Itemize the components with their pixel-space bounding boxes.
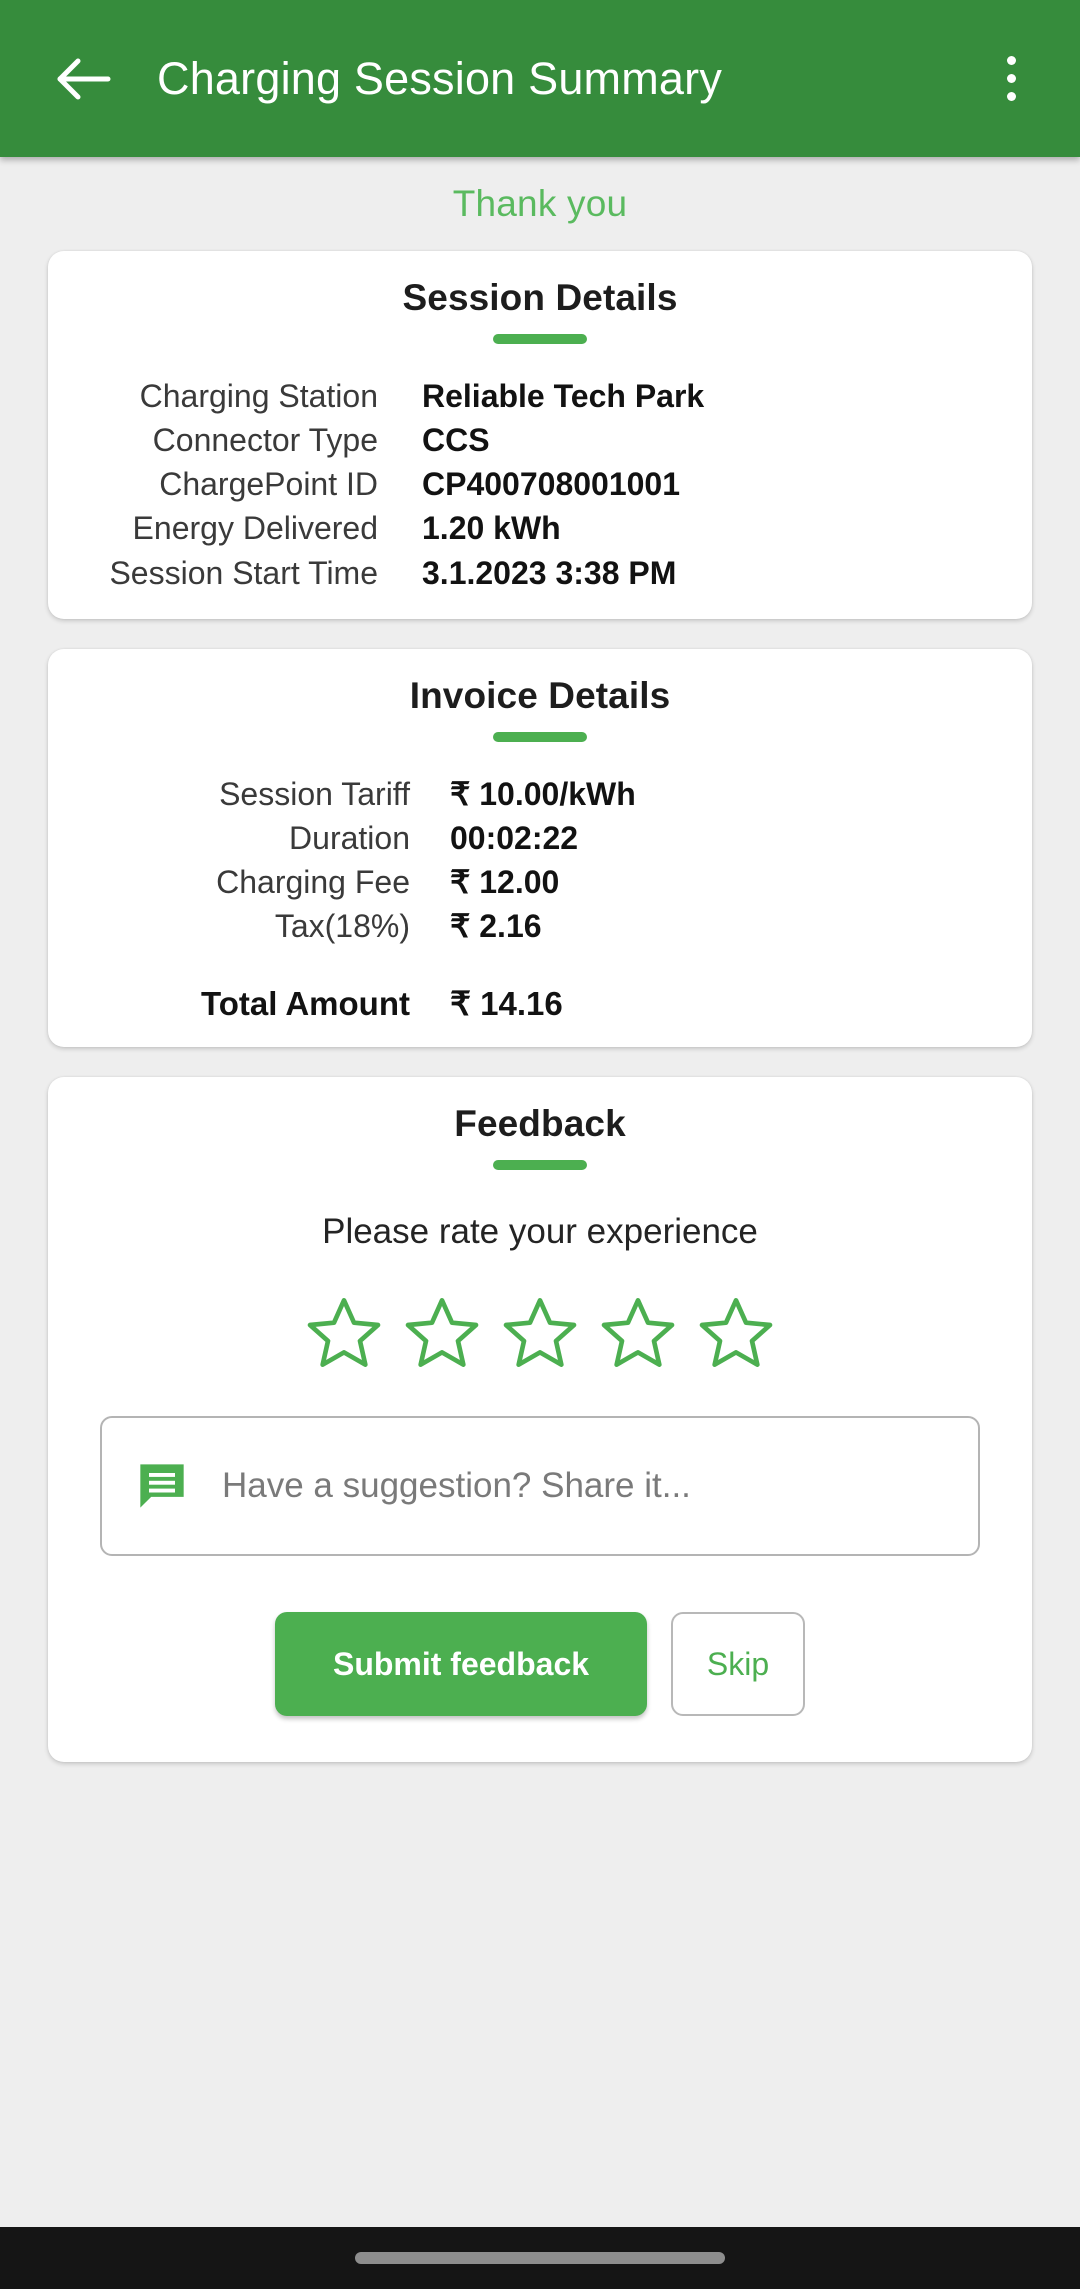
row-label: ChargePoint ID bbox=[159, 466, 378, 503]
more-vertical-icon-dot-1 bbox=[1006, 56, 1016, 65]
total-amount-label: Total Amount bbox=[201, 985, 410, 1023]
session-details-card: Session Details Charging Station Reliabl… bbox=[48, 251, 1032, 619]
table-row: Charging Fee ₹ 12.00 bbox=[48, 860, 1032, 904]
feedback-actions: Submit feedback Skip bbox=[48, 1612, 1032, 1717]
star-outline-icon[interactable] bbox=[500, 1292, 580, 1372]
suggestion-input[interactable]: Have a suggestion? Share it... bbox=[100, 1416, 980, 1557]
app-screen: Charging Session Summary Thank you Sessi… bbox=[0, 0, 1080, 2289]
table-row: Energy Delivered 1.20 kWh bbox=[48, 506, 1032, 550]
content-area: Thank you Session Details Charging Stati… bbox=[0, 157, 1080, 2289]
total-amount-value: ₹ 14.16 bbox=[450, 985, 563, 1023]
invoice-details-card: Invoice Details Session Tariff ₹ 10.00/k… bbox=[48, 648, 1032, 1048]
app-bar: Charging Session Summary bbox=[0, 0, 1080, 157]
chat-bubble-icon bbox=[140, 1464, 184, 1509]
row-value: ₹ 12.00 bbox=[450, 864, 560, 901]
more-vertical-icon-dot-3 bbox=[1006, 92, 1016, 101]
row-value: Reliable Tech Park bbox=[422, 378, 705, 414]
rate-prompt: Please rate your experience bbox=[322, 1212, 758, 1252]
table-row: Charging Station Reliable Tech Park bbox=[48, 374, 1032, 418]
invoice-details-underline bbox=[493, 731, 587, 742]
feedback-underline bbox=[493, 1160, 587, 1171]
row-value: 00:02:22 bbox=[450, 819, 579, 856]
arrow-left-icon bbox=[57, 58, 111, 99]
row-value: 1.20 kWh bbox=[422, 510, 561, 547]
invoice-details-rows: Session Tariff ₹ 10.00/kWh Duration 00:0… bbox=[48, 772, 1032, 1024]
row-label: Session Start Time bbox=[109, 554, 378, 591]
table-row: Duration 00:02:22 bbox=[48, 816, 1032, 860]
submit-feedback-button[interactable]: Submit feedback bbox=[275, 1612, 647, 1717]
star-rating[interactable] bbox=[48, 1292, 1032, 1372]
session-details-rows: Charging Station Reliable Tech Park Conn… bbox=[48, 374, 1032, 595]
invoice-details-title: Invoice Details bbox=[409, 674, 671, 716]
row-label: Duration bbox=[289, 819, 410, 856]
star-outline-icon[interactable] bbox=[304, 1292, 384, 1372]
page-title: Charging Session Summary bbox=[157, 52, 723, 104]
table-row: Session Start Time 3.1.2023 3:38 PM bbox=[48, 551, 1032, 595]
system-navigation-bar bbox=[0, 2227, 1080, 2289]
feedback-card: Feedback Please rate your experience Hav… bbox=[48, 1077, 1032, 1763]
row-value: ₹ 2.16 bbox=[450, 908, 542, 945]
overflow-menu-button[interactable] bbox=[976, 39, 1046, 119]
star-outline-icon[interactable] bbox=[696, 1292, 776, 1372]
row-label: Charging Fee bbox=[216, 864, 410, 901]
thank-you-message: Thank you bbox=[452, 183, 628, 224]
row-label: Connector Type bbox=[152, 422, 378, 459]
row-value: CP400708001001 bbox=[422, 466, 681, 503]
row-value: 3.1.2023 3:38 PM bbox=[422, 554, 677, 591]
session-details-title: Session Details bbox=[402, 277, 678, 318]
row-label: Tax(18%) bbox=[274, 908, 410, 945]
row-label: Charging Station bbox=[139, 378, 378, 414]
session-details-underline bbox=[493, 334, 587, 344]
star-outline-icon[interactable] bbox=[598, 1292, 678, 1372]
home-gesture-pill[interactable] bbox=[355, 2252, 725, 2264]
skip-button[interactable]: Skip bbox=[671, 1612, 805, 1717]
feedback-title: Feedback bbox=[454, 1103, 626, 1145]
table-row: Tax(18%) ₹ 2.16 bbox=[48, 904, 1032, 948]
more-vertical-icon-dot-2 bbox=[1006, 74, 1016, 83]
row-value: CCS bbox=[422, 422, 490, 459]
table-row: Connector Type CCS bbox=[48, 418, 1032, 462]
row-value: ₹ 10.00/kWh bbox=[450, 775, 636, 812]
back-button[interactable] bbox=[46, 41, 122, 117]
row-label: Energy Delivered bbox=[132, 510, 378, 547]
suggestion-placeholder: Have a suggestion? Share it... bbox=[222, 1466, 691, 1506]
star-outline-icon[interactable] bbox=[402, 1292, 482, 1372]
table-row: ChargePoint ID CP400708001001 bbox=[48, 462, 1032, 506]
row-label: Session Tariff bbox=[219, 775, 410, 812]
total-amount-row: Total Amount ₹ 14.16 bbox=[48, 984, 1032, 1023]
table-row: Session Tariff ₹ 10.00/kWh bbox=[48, 772, 1032, 816]
